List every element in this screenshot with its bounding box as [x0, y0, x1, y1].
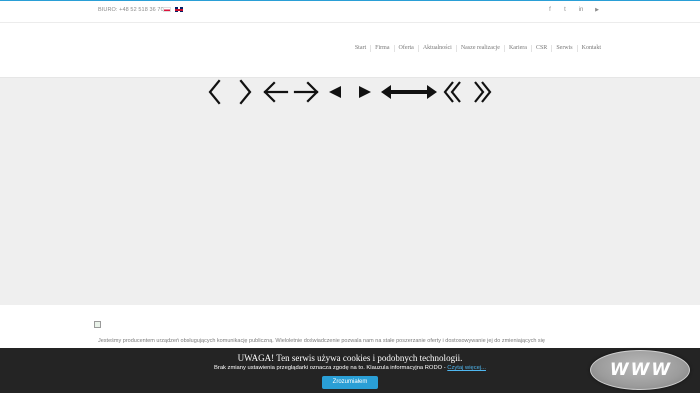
pl-flag-icon[interactable]: [163, 7, 171, 12]
nav-item-start[interactable]: Start: [351, 45, 372, 52]
double-chevron-right-icon[interactable]: [474, 81, 492, 103]
slider-arrows: [208, 79, 492, 105]
nav-item-serwis[interactable]: Serwis: [552, 45, 578, 52]
arrow-right-icon[interactable]: [293, 81, 319, 103]
uk-flag-icon[interactable]: [175, 7, 183, 12]
phone-number: BIURO: +48 52 518 36 70: [98, 7, 164, 13]
intro-paragraph: Jesteśmy producentem urządzeń obsługując…: [98, 338, 545, 344]
triangle-left-icon[interactable]: [329, 86, 341, 98]
www-badge[interactable]: WWW: [590, 350, 690, 390]
bold-arrow-right-icon[interactable]: [409, 85, 437, 99]
double-chevron-left-icon[interactable]: [443, 81, 461, 103]
facebook-icon[interactable]: f: [546, 7, 554, 13]
youtube-icon[interactable]: ▶: [593, 7, 601, 13]
hero-slider: [0, 78, 700, 305]
bold-arrow-left-icon[interactable]: [381, 85, 409, 99]
nav-item-firma[interactable]: Firma: [371, 45, 395, 52]
nav-item-kontakt[interactable]: Kontakt: [578, 45, 601, 52]
nav-item-nasze-realizacje[interactable]: Nasze realizacje: [457, 45, 505, 52]
nav-item-aktualnosci[interactable]: Aktualności: [419, 45, 457, 52]
arrow-left-icon[interactable]: [263, 81, 289, 103]
cookie-text-body: Brak zmiany ustawienia przeglądarki ozna…: [214, 365, 448, 371]
chevron-left-icon[interactable]: [208, 79, 221, 105]
www-badge-label: WWW: [609, 360, 673, 380]
linkedin-icon[interactable]: in: [577, 7, 585, 13]
twitter-icon[interactable]: t: [561, 7, 569, 13]
nav-item-csr[interactable]: CSR: [532, 45, 553, 52]
nav-item-kariera[interactable]: Kariera: [505, 45, 532, 52]
site-header: Start Firma Oferta Aktualności Nasze rea…: [0, 23, 700, 78]
main-nav: Start Firma Oferta Aktualności Nasze rea…: [351, 45, 601, 52]
cookie-accept-button[interactable]: Zrozumiałem: [322, 376, 378, 389]
triangle-right-icon[interactable]: [359, 86, 371, 98]
top-bar: BIURO: +48 52 518 36 70 f t in ▶: [0, 1, 700, 23]
broken-image-icon: [94, 321, 101, 328]
chevron-right-icon[interactable]: [239, 79, 252, 105]
nav-item-oferta[interactable]: Oferta: [395, 45, 419, 52]
cookie-read-more-link[interactable]: Czytaj więcej...: [447, 365, 486, 371]
